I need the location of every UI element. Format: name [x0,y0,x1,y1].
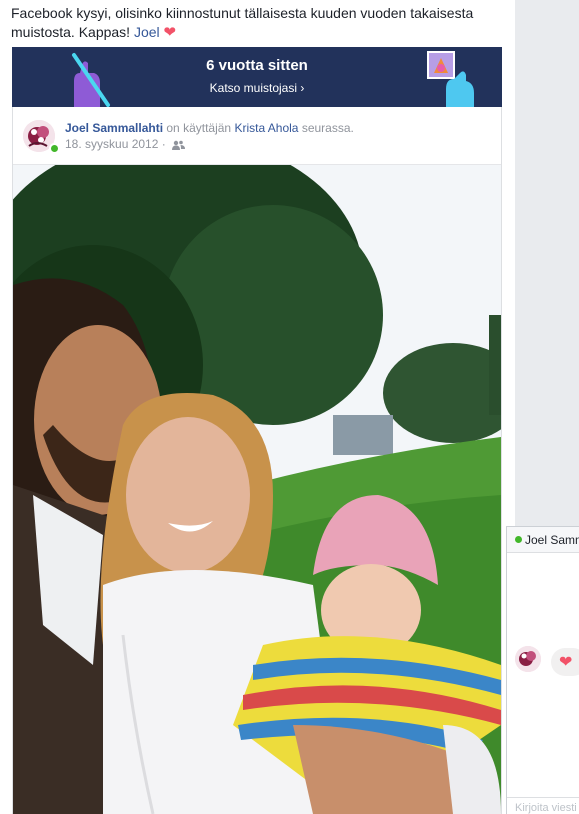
tagged-user-link[interactable]: Krista Ahola [234,121,298,135]
chat-header[interactable]: Joel Samm [507,527,579,553]
post-intro-text: Facebook kysyi, olisinko kiinnostunut tä… [11,4,501,42]
intro-body: Facebook kysyi, olisinko kiinnostunut tä… [11,5,474,40]
author-link[interactable]: Joel Sammallahti [65,121,163,135]
chat-contact-name[interactable]: Joel Samm [525,533,579,547]
post-meta-line: 18. syyskuu 2012 · [65,137,186,151]
post-date-link[interactable]: 18. syyskuu 2012 · [65,137,166,151]
heart-icon: ❤ [559,654,573,671]
post-author-line: Joel Sammallahti on käyttäjän Krista Aho… [65,121,354,135]
memory-post-card: Joel Sammallahti on käyttäjän Krista Aho… [12,107,502,814]
chat-message-input[interactable]: Kirjoita viesti [507,797,579,814]
friends-icon[interactable] [172,140,186,150]
chat-input-placeholder: Kirjoita viesti [515,802,577,814]
family-photo-image [13,165,501,814]
chat-window[interactable]: Joel Samm ❤ Kirjoita viesti [506,526,579,814]
memory-photo[interactable] [13,165,501,814]
chat-message-bubble: ❤ [551,648,579,676]
with-suffix: seurassa. [298,121,354,135]
mention-link[interactable]: Joel [134,24,160,40]
memories-banner[interactable]: 6 vuotta sitten Katso muistojasi › [12,47,502,107]
chat-online-indicator [515,536,522,543]
chat-avatar[interactable] [515,646,541,672]
post-header: Joel Sammallahti on käyttäjän Krista Aho… [13,107,501,165]
hand-photo-icon [427,51,474,107]
online-status-indicator [49,143,60,154]
with-text: on käyttäjän [163,121,235,135]
heart-icon: ❤ [163,24,177,41]
news-feed-column: Facebook kysyi, olisinko kiinnostunut tä… [0,0,515,814]
